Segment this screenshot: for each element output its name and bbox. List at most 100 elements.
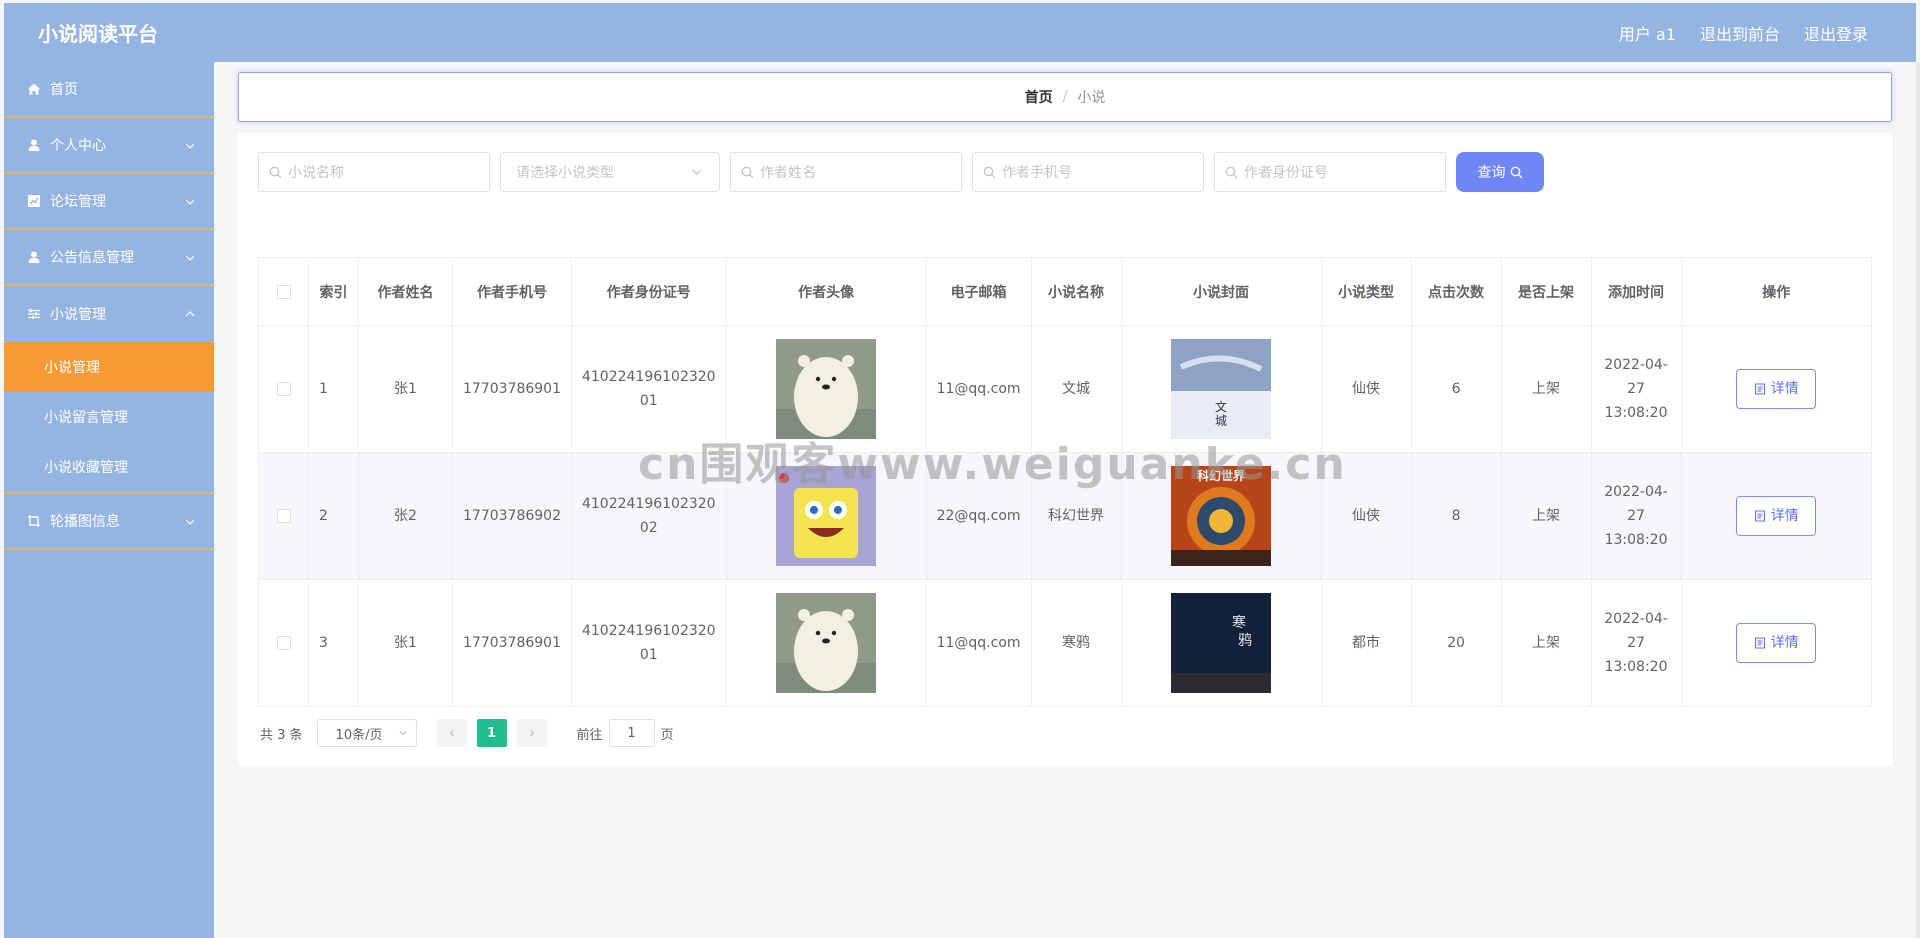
cell-phone: 17703786901 [452, 579, 572, 707]
user-name-link[interactable]: 用户 a1 [1619, 21, 1676, 45]
author-avatar-bear[interactable] [776, 593, 877, 693]
svg-text:文: 文 [1215, 399, 1227, 414]
novel-cover-image[interactable]: 科幻世界 [1171, 466, 1272, 566]
sidebar: 首页 个人中心 论坛管理 公告信息管理 小说管理 小说管理 小说留言管理 小说收… [4, 62, 214, 938]
sidebar-subitem-novel-management[interactable]: 小说管理 [4, 342, 214, 392]
breadcrumb: 首页 / 小说 [238, 72, 1892, 122]
cell-author: 张1 [358, 579, 453, 707]
search-icon [1510, 166, 1522, 178]
cell-novel-name: 科幻世界 [1030, 452, 1122, 580]
table-row: 2 张2 17703786902 410224196102320 02 22@q… [258, 452, 1873, 580]
svg-text:城: 城 [1215, 414, 1227, 428]
chevron-right-icon [529, 729, 534, 737]
col-actions: 操作 [1680, 257, 1873, 326]
author-avatar-sponge[interactable] [776, 466, 877, 566]
col-novel-name: 小说名称 [1030, 257, 1122, 326]
row-checkbox[interactable] [276, 382, 291, 396]
cell-actions: 详情 [1680, 579, 1873, 707]
chevron-down-icon [185, 519, 195, 525]
cell-novel-name: 寒鸦 [1030, 579, 1122, 707]
col-phone: 作者手机号 [452, 257, 572, 326]
document-icon [1754, 510, 1765, 522]
author-id-input[interactable]: 作者身份证号 [1214, 152, 1446, 192]
row-select-cell [258, 325, 309, 453]
author-name-input[interactable]: 作者姓名 [730, 152, 962, 192]
cell-index: 3 [308, 579, 359, 707]
sidebar-item-personal-center[interactable]: 个人中心 [4, 118, 214, 174]
col-cover: 小说封面 [1120, 257, 1322, 326]
sidebar-item-forum[interactable]: 论坛管理 [4, 174, 214, 230]
exit-to-frontend-link[interactable]: 退出到前台 [1700, 21, 1780, 45]
cell-phone: 17703786901 [452, 325, 572, 453]
scrollbar[interactable] [1916, 62, 1920, 938]
row-checkbox[interactable] [276, 509, 291, 523]
col-type: 小说类型 [1320, 257, 1412, 326]
breadcrumb-home[interactable]: 首页 [1025, 87, 1053, 107]
svg-text:科幻世界: 科幻世界 [1197, 468, 1245, 483]
col-added: 添加时间 [1590, 257, 1682, 326]
select-all-checkbox[interactable] [276, 284, 291, 299]
prev-page-button[interactable] [436, 719, 467, 747]
sidebar-item-carousel[interactable]: 轮播图信息 [4, 494, 214, 550]
author-phone-input[interactable]: 作者手机号 [972, 152, 1204, 192]
cell-added: 2022-04-27 13:08:20 [1590, 452, 1682, 580]
detail-button[interactable]: 详情 [1736, 623, 1817, 663]
sidebar-item-home[interactable]: 首页 [4, 62, 214, 118]
cell-avatar [725, 579, 927, 707]
cell-on-shelf: 上架 [1500, 579, 1592, 707]
detail-button[interactable]: 详情 [1736, 496, 1817, 536]
document-icon [1754, 637, 1765, 649]
cell-cover: 寒鸦 [1120, 579, 1322, 707]
cell-clicks: 20 [1410, 579, 1502, 707]
cell-avatar [725, 325, 927, 453]
col-author: 作者姓名 [358, 257, 453, 326]
cell-index: 1 [308, 325, 359, 453]
sidebar-item-label: 论坛管理 [50, 194, 106, 210]
cell-email: 11@qq.com [925, 325, 1032, 453]
cell-type: 仙侠 [1320, 325, 1412, 453]
search-icon [741, 166, 754, 178]
novel-type-select[interactable]: 请选择小说类型 [500, 152, 720, 192]
document-icon [1754, 383, 1765, 395]
sidebar-subitem-novel-comments[interactable]: 小说留言管理 [4, 392, 214, 442]
page-number-current[interactable]: 1 [476, 719, 507, 747]
cell-email: 22@qq.com [925, 452, 1032, 580]
sidebar-item-announcements[interactable]: 公告信息管理 [4, 230, 214, 286]
top-header: 小说阅读平台 用户 a1 退出到前台 退出登录 [4, 3, 1916, 62]
query-button[interactable]: 查询 [1456, 152, 1544, 192]
cell-clicks: 8 [1410, 452, 1502, 580]
sidebar-item-novel-management[interactable]: 小说管理 [4, 286, 214, 342]
page-size-select[interactable]: 10条/页 [316, 719, 417, 747]
sidebar-item-label: 公告信息管理 [50, 250, 134, 266]
search-icon [269, 166, 282, 178]
breadcrumb-separator: / [1062, 89, 1068, 105]
search-icon [983, 166, 996, 178]
row-checkbox[interactable] [276, 636, 291, 650]
table-row: 1 张1 17703786901 410224196102320 01 11@q… [258, 325, 1873, 453]
goto-page-input[interactable]: 1 [608, 719, 655, 747]
chevron-down-icon [185, 199, 195, 205]
sidebar-subitem-novel-favorites[interactable]: 小说收藏管理 [4, 442, 214, 492]
cell-cover: 科幻世界 [1120, 452, 1322, 580]
cell-phone: 17703786902 [452, 452, 572, 580]
table-row: 3 张1 17703786901 410224196102320 01 11@q… [258, 579, 1873, 707]
select-all-cell [258, 257, 309, 326]
author-avatar-bear[interactable] [776, 339, 877, 439]
cell-actions: 详情 [1680, 452, 1873, 580]
chevron-left-icon [449, 729, 454, 737]
cell-added: 2022-04-27 13:08:20 [1590, 579, 1682, 707]
logout-link[interactable]: 退出登录 [1804, 21, 1868, 45]
breadcrumb-current: 小说 [1077, 90, 1106, 106]
svg-text:鸦: 鸦 [1238, 632, 1252, 649]
novel-cover-image[interactable]: 文城 [1171, 339, 1272, 439]
cell-cover: 文城 [1120, 325, 1322, 453]
novel-name-input[interactable]: 小说名称 [258, 152, 490, 192]
novel-cover-image[interactable]: 寒鸦 [1171, 593, 1272, 693]
next-page-button[interactable] [516, 719, 547, 747]
app-title: 小说阅读平台 [38, 22, 158, 46]
goto-page: 前往 1 页 [577, 719, 674, 747]
cell-type: 都市 [1320, 579, 1412, 707]
detail-button[interactable]: 详情 [1736, 369, 1817, 409]
search-bar: 小说名称 请选择小说类型 作者姓名 作者手机号 作者身份证号 查询 [258, 152, 1544, 192]
sliders-icon [26, 306, 42, 322]
